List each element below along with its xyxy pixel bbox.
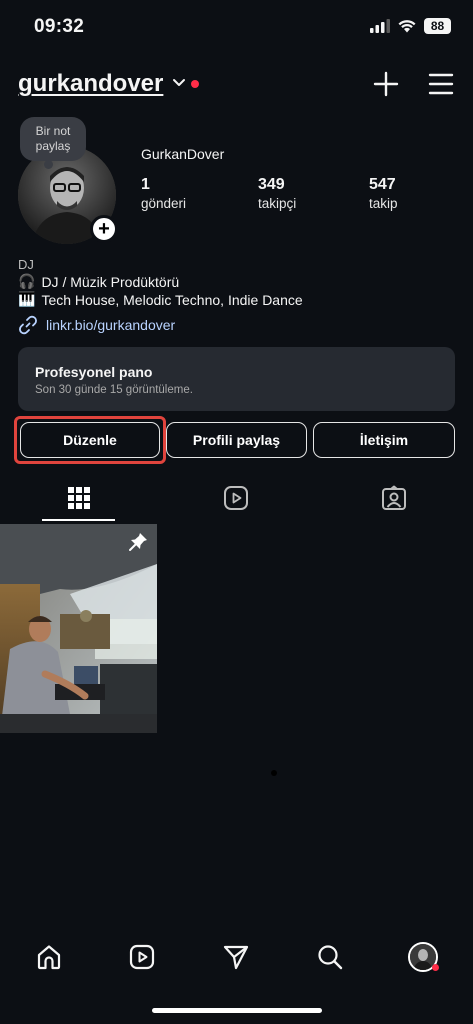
post-image <box>0 524 157 733</box>
reels-icon <box>224 486 248 510</box>
status-time: 09:32 <box>34 16 85 37</box>
search-icon <box>318 945 343 970</box>
followers-label: takipçi <box>258 196 297 211</box>
grid-icon <box>68 487 90 509</box>
nav-search[interactable] <box>313 940 347 974</box>
profile-notification-dot <box>432 964 439 971</box>
active-tab-indicator <box>42 519 115 521</box>
display-name: GurkanDover <box>141 146 225 162</box>
wifi-icon <box>398 20 416 33</box>
note-bubble-tail <box>44 160 53 169</box>
bio-category: DJ <box>18 257 34 272</box>
following-label: takip <box>369 196 398 211</box>
chevron-down-icon[interactable] <box>172 78 186 88</box>
home-indicator[interactable] <box>152 1008 322 1013</box>
following-count: 547 <box>369 176 396 193</box>
home-icon <box>37 945 61 970</box>
status-icons: 88 <box>370 18 451 34</box>
reels-icon <box>129 944 155 970</box>
create-plus-icon[interactable] <box>372 70 400 98</box>
piano-icon: 🎹 <box>18 291 36 307</box>
bio-link[interactable]: linkr.bio/gurkandover <box>18 315 175 335</box>
tab-reels[interactable] <box>218 480 254 516</box>
posts-count: 1 <box>141 176 150 193</box>
nav-reels[interactable] <box>125 940 159 974</box>
tab-grid[interactable] <box>61 480 97 516</box>
bio-link-text: linkr.bio/gurkandover <box>46 317 176 333</box>
followers-count-stat[interactable]: 349 takipçi <box>258 176 296 211</box>
followers-count: 349 <box>258 176 285 193</box>
grid-post[interactable] <box>0 524 157 733</box>
professional-dashboard-card[interactable]: Profesyonel pano Son 30 günde 15 görüntü… <box>18 347 455 411</box>
tab-tagged[interactable] <box>376 480 412 516</box>
pro-dashboard-title: Profesyonel pano <box>35 364 153 380</box>
menu-icon[interactable] <box>428 70 454 98</box>
notification-dot <box>191 80 199 88</box>
pro-dashboard-subtitle: Son 30 günde 15 görüntüleme. <box>35 384 193 396</box>
bio-line: 🎹 Tech House, Melodic Techno, Indie Danc… <box>18 291 303 308</box>
pinned-icon <box>129 533 147 551</box>
loading-dot <box>271 770 277 776</box>
bio-line-text: Tech House, Melodic Techno, Indie Dance <box>41 291 303 308</box>
send-icon <box>223 945 249 970</box>
share-profile-button[interactable]: Profili paylaş <box>166 422 307 458</box>
link-icon <box>19 315 37 335</box>
signal-icon <box>370 19 390 33</box>
add-story-button[interactable]: + <box>90 215 118 243</box>
edit-profile-button[interactable]: Düzenle <box>20 422 160 458</box>
nav-messages[interactable] <box>219 940 253 974</box>
account-switcher-username[interactable]: gurkandover <box>18 70 163 98</box>
note-bubble[interactable]: Bir not paylaş <box>20 117 86 161</box>
posts-count-stat[interactable]: 1 gönderi <box>141 176 186 211</box>
following-count-stat[interactable]: 547 takip <box>369 176 398 211</box>
contact-button[interactable]: İletişim <box>313 422 455 458</box>
headphones-icon: 🎧 <box>18 273 36 289</box>
tagged-icon <box>382 485 406 510</box>
battery-indicator: 88 <box>424 18 451 34</box>
nav-home[interactable] <box>32 940 66 974</box>
posts-label: gönderi <box>141 196 187 211</box>
bio-line: 🎧 DJ / Müzik Prodüktörü <box>18 273 179 290</box>
bio-line-text: DJ / Müzik Prodüktörü <box>41 273 180 290</box>
